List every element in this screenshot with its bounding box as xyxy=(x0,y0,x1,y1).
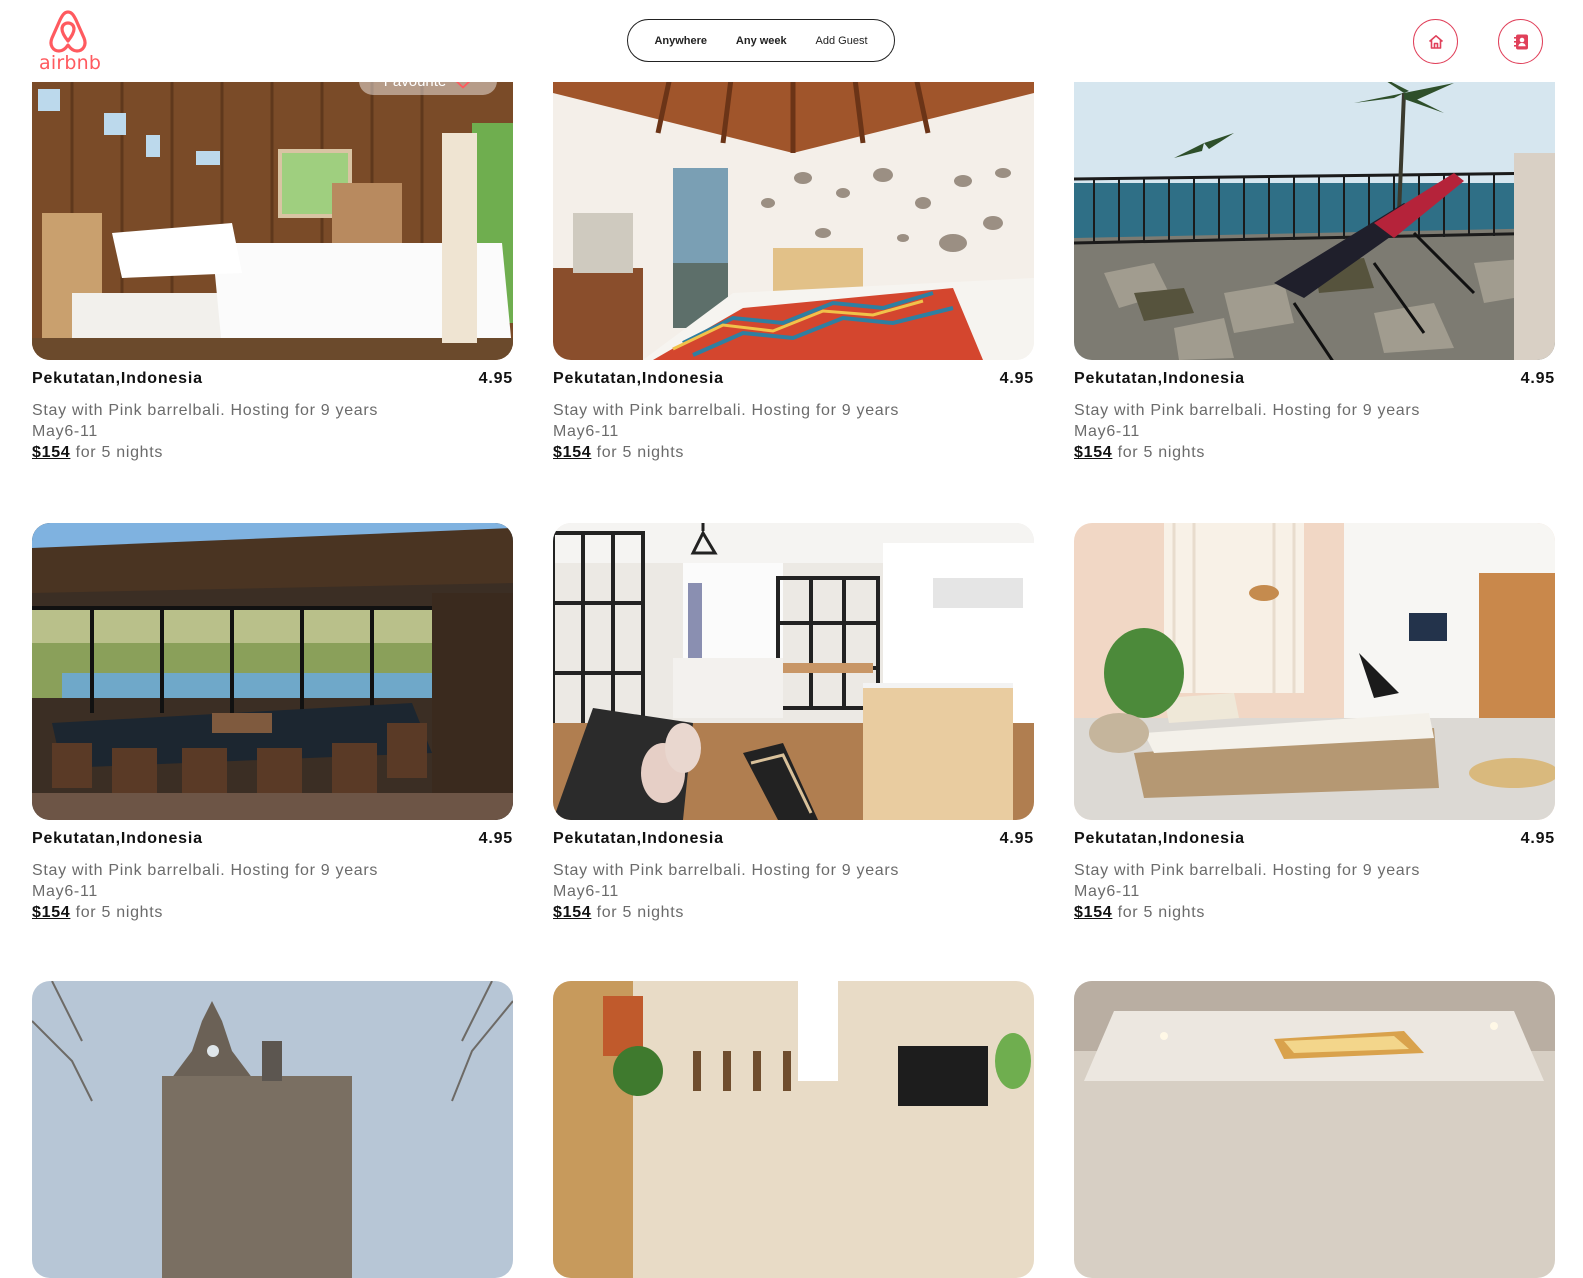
listing-rating: 4.95 xyxy=(999,370,1034,387)
contact-book-icon xyxy=(1513,34,1528,49)
home-button[interactable] xyxy=(1413,19,1458,64)
listing-photo[interactable]: Favourite xyxy=(32,63,513,360)
manor-house-image xyxy=(32,981,513,1278)
listing-dates: May6-11 xyxy=(553,423,619,440)
listing-header: Pekutatan,Indonesia 4.95 xyxy=(553,830,1034,848)
wooden-bedroom-image xyxy=(32,63,513,360)
listing-photo[interactable] xyxy=(32,981,513,1278)
listing-description: Stay with Pink barrelbali. Hosting for 9… xyxy=(32,402,379,419)
listing-card[interactable]: Pekutatan,Indonesia 4.95 Stay with Pink … xyxy=(553,63,1034,463)
listing-description: Stay with Pink barrelbali. Hosting for 9… xyxy=(553,862,900,879)
listing-photo[interactable] xyxy=(1074,63,1555,360)
listing-header: Pekutatan,Indonesia 4.95 xyxy=(1074,830,1555,848)
listing-price-suffix: for 5 nights xyxy=(1117,444,1206,461)
listing-header: Pekutatan,Indonesia 4.95 xyxy=(1074,370,1555,388)
listing-rating: 4.95 xyxy=(478,830,513,847)
listing-photo[interactable] xyxy=(32,523,513,820)
listing-description: Stay with Pink barrelbali. Hosting for 9… xyxy=(1074,862,1421,879)
listing-card[interactable]: Pekutatan,Indonesia 4.95 Stay with Pink … xyxy=(1074,63,1555,463)
listing-dates: May6-11 xyxy=(1074,883,1140,900)
listing-card[interactable]: Pekutatan,Indonesia 4.95 Stay with Pink … xyxy=(553,523,1034,923)
listing-description: Stay with Pink barrelbali. Hosting for 9… xyxy=(553,402,900,419)
listing-header: Pekutatan,Indonesia 4.95 xyxy=(32,370,513,388)
listing-card[interactable] xyxy=(32,981,513,1278)
listing-price-suffix: for 5 nights xyxy=(596,904,685,921)
listing-header: Pekutatan,Indonesia 4.95 xyxy=(553,370,1034,388)
search-anywhere[interactable]: Anywhere xyxy=(654,35,707,47)
living-room-image xyxy=(553,981,1034,1278)
listing-location: Pekutatan,Indonesia xyxy=(32,370,203,387)
search-add-guest[interactable]: Add Guest xyxy=(816,35,868,47)
listing-rating: 4.95 xyxy=(999,830,1034,847)
listing-description: Stay with Pink barrelbali. Hosting for 9… xyxy=(1074,402,1421,419)
listing-location: Pekutatan,Indonesia xyxy=(1074,830,1245,847)
listing-location: Pekutatan,Indonesia xyxy=(32,830,203,847)
listing-card[interactable]: Pekutatan,Indonesia 4.95 Stay with Pink … xyxy=(32,523,513,923)
search-bar[interactable]: Anywhere Any week Add Guest xyxy=(627,19,895,62)
home-icon xyxy=(1428,34,1443,49)
listing-price: $154 for 5 nights xyxy=(553,902,1034,923)
listing-dates: May6-11 xyxy=(32,883,98,900)
listing-description: Stay with Pink barrelbali. Hosting for 9… xyxy=(32,862,379,879)
listing-card[interactable]: Favourite Pekutatan,Indonesia 4.95 Stay … xyxy=(32,63,513,463)
sea-terrace-image xyxy=(1074,63,1555,360)
airbnb-logo-icon xyxy=(49,10,87,53)
listing-price-suffix: for 5 nights xyxy=(75,444,164,461)
listing-price-amount[interactable]: $154 xyxy=(32,444,70,461)
listing-price: $154 for 5 nights xyxy=(32,902,513,923)
search-any-week[interactable]: Any week xyxy=(736,35,787,47)
listing-photo[interactable] xyxy=(1074,981,1555,1278)
listing-location: Pekutatan,Indonesia xyxy=(553,830,724,847)
listing-price: $154 for 5 nights xyxy=(553,442,1034,463)
listing-dates: May6-11 xyxy=(553,883,619,900)
profile-button[interactable] xyxy=(1498,19,1543,64)
ceiling-light-image xyxy=(1074,981,1555,1278)
listing-price-amount[interactable]: $154 xyxy=(1074,904,1112,921)
listing-photo[interactable] xyxy=(553,63,1034,360)
listing-price-suffix: for 5 nights xyxy=(75,904,164,921)
listing-price-amount[interactable]: $154 xyxy=(553,444,591,461)
stone-wall-bedroom-image xyxy=(553,63,1034,360)
listing-location: Pekutatan,Indonesia xyxy=(553,370,724,387)
listing-photo[interactable] xyxy=(553,523,1034,820)
listing-dates: May6-11 xyxy=(1074,423,1140,440)
listing-photo[interactable] xyxy=(553,981,1034,1278)
listing-card[interactable]: Pekutatan,Indonesia 4.95 Stay with Pink … xyxy=(1074,523,1555,923)
listing-photo[interactable] xyxy=(1074,523,1555,820)
listing-rating: 4.95 xyxy=(1520,830,1555,847)
listing-price-suffix: for 5 nights xyxy=(1117,904,1206,921)
peach-bedroom-image xyxy=(1074,523,1555,820)
top-navbar: airbnb Anywhere Any week Add Guest xyxy=(0,0,1583,82)
listing-header: Pekutatan,Indonesia 4.95 xyxy=(32,830,513,848)
listing-price-amount[interactable]: $154 xyxy=(553,904,591,921)
listing-price-amount[interactable]: $154 xyxy=(32,904,70,921)
listing-price-amount[interactable]: $154 xyxy=(1074,444,1112,461)
listing-price: $154 for 5 nights xyxy=(1074,442,1555,463)
listing-location: Pekutatan,Indonesia xyxy=(1074,370,1245,387)
listing-price: $154 for 5 nights xyxy=(32,442,513,463)
logo-wordmark: airbnb xyxy=(39,52,102,74)
listing-dates: May6-11 xyxy=(32,423,98,440)
listing-card[interactable] xyxy=(553,981,1034,1278)
studio-kitchen-image xyxy=(553,523,1034,820)
listing-price: $154 for 5 nights xyxy=(1074,902,1555,923)
listing-rating: 4.95 xyxy=(478,370,513,387)
listing-price-suffix: for 5 nights xyxy=(596,444,685,461)
airbnb-logo[interactable]: airbnb xyxy=(36,8,102,74)
listing-rating: 4.95 xyxy=(1520,370,1555,387)
dining-room-image xyxy=(32,523,513,820)
listing-card[interactable] xyxy=(1074,981,1555,1278)
